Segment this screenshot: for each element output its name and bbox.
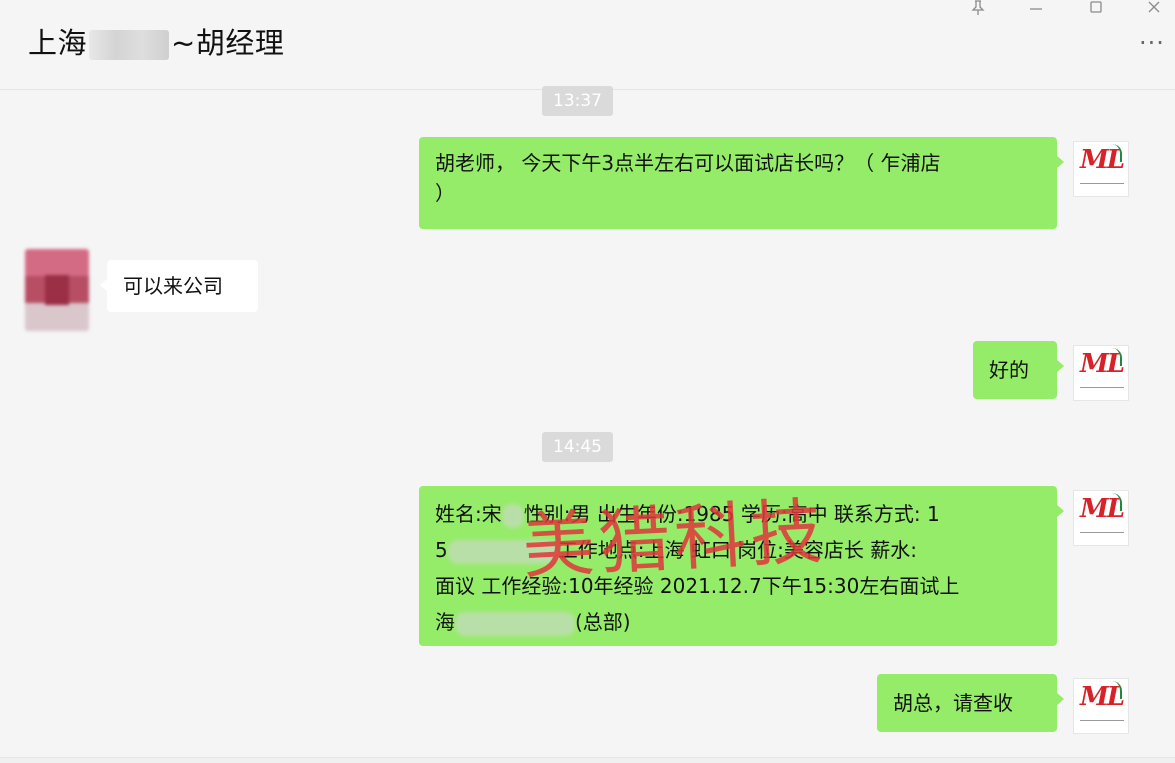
contact-avatar[interactable]: [25, 249, 89, 331]
message-text: 5: [435, 538, 448, 562]
my-avatar[interactable]: ML: [1073, 490, 1129, 546]
timestamp: 14:45: [542, 432, 613, 462]
chat-title-prefix: 上海: [28, 26, 88, 60]
outgoing-message[interactable]: 好的: [973, 341, 1064, 399]
outgoing-message[interactable]: 姓名:宋 性别:男 出生年份:1985 学历:高中 联系方式: 1 5 工作地点:上…: [419, 486, 1064, 646]
redacted-text: [447, 539, 558, 564]
outgoing-message[interactable]: 胡老师， 今天下午3点半左右可以面试店长吗？（ 乍浦店 ）: [419, 137, 1064, 229]
message-line: 海 (总部): [435, 604, 1041, 640]
outgoing-message[interactable]: 胡总，请查收: [877, 674, 1064, 732]
chat-header: 上海 ~胡经理 ···: [0, 0, 1175, 90]
message-text: 面议 工作经验:10年经验 2021.12.7下午15:30左右面试上: [435, 574, 960, 598]
avatar-subtext: [1080, 183, 1124, 192]
chat-title: 上海 ~胡经理: [28, 20, 284, 62]
message-line: 5 工作地点:上海 虹口 岗位:美容店长 薪水:: [435, 532, 1041, 568]
pin-icon[interactable]: [963, 0, 993, 20]
redacted-text: [501, 503, 524, 528]
my-avatar[interactable]: ML: [1073, 345, 1129, 401]
message-text: 好的: [989, 358, 1029, 382]
maximize-icon[interactable]: [1081, 0, 1111, 20]
message-text: 可以来公司: [123, 274, 223, 298]
redacted-name: [89, 30, 170, 60]
my-avatar[interactable]: ML: [1073, 141, 1129, 197]
message-text: 姓名:宋: [435, 502, 502, 526]
redacted-text: [455, 611, 575, 636]
incoming-message[interactable]: 可以来公司: [100, 260, 258, 312]
avatar-subtext: [1080, 720, 1124, 729]
message-text: (总部): [575, 610, 631, 634]
timestamp: 13:37: [542, 86, 613, 116]
minimize-icon[interactable]: [1021, 0, 1051, 20]
avatar-subtext: [1080, 532, 1124, 541]
message-line: 姓名:宋 性别:男 出生年份:1985 学历:高中 联系方式: 1: [435, 496, 1041, 532]
avatar-subtext: [1080, 387, 1124, 396]
message-text: 工作地点:上海 虹口 岗位:美容店长 薪水:: [557, 538, 918, 562]
my-avatar[interactable]: ML: [1073, 678, 1129, 734]
close-icon[interactable]: [1139, 0, 1169, 20]
message-text: 海: [435, 610, 455, 634]
chat-title-suffix: ~胡经理: [171, 26, 285, 60]
input-area-edge: [0, 757, 1175, 763]
message-text: 胡总，请查收: [893, 691, 1013, 715]
message-text: 性别:男 出生年份:1985 学历:高中 联系方式: 1: [523, 502, 940, 526]
more-icon[interactable]: ···: [1135, 31, 1169, 58]
